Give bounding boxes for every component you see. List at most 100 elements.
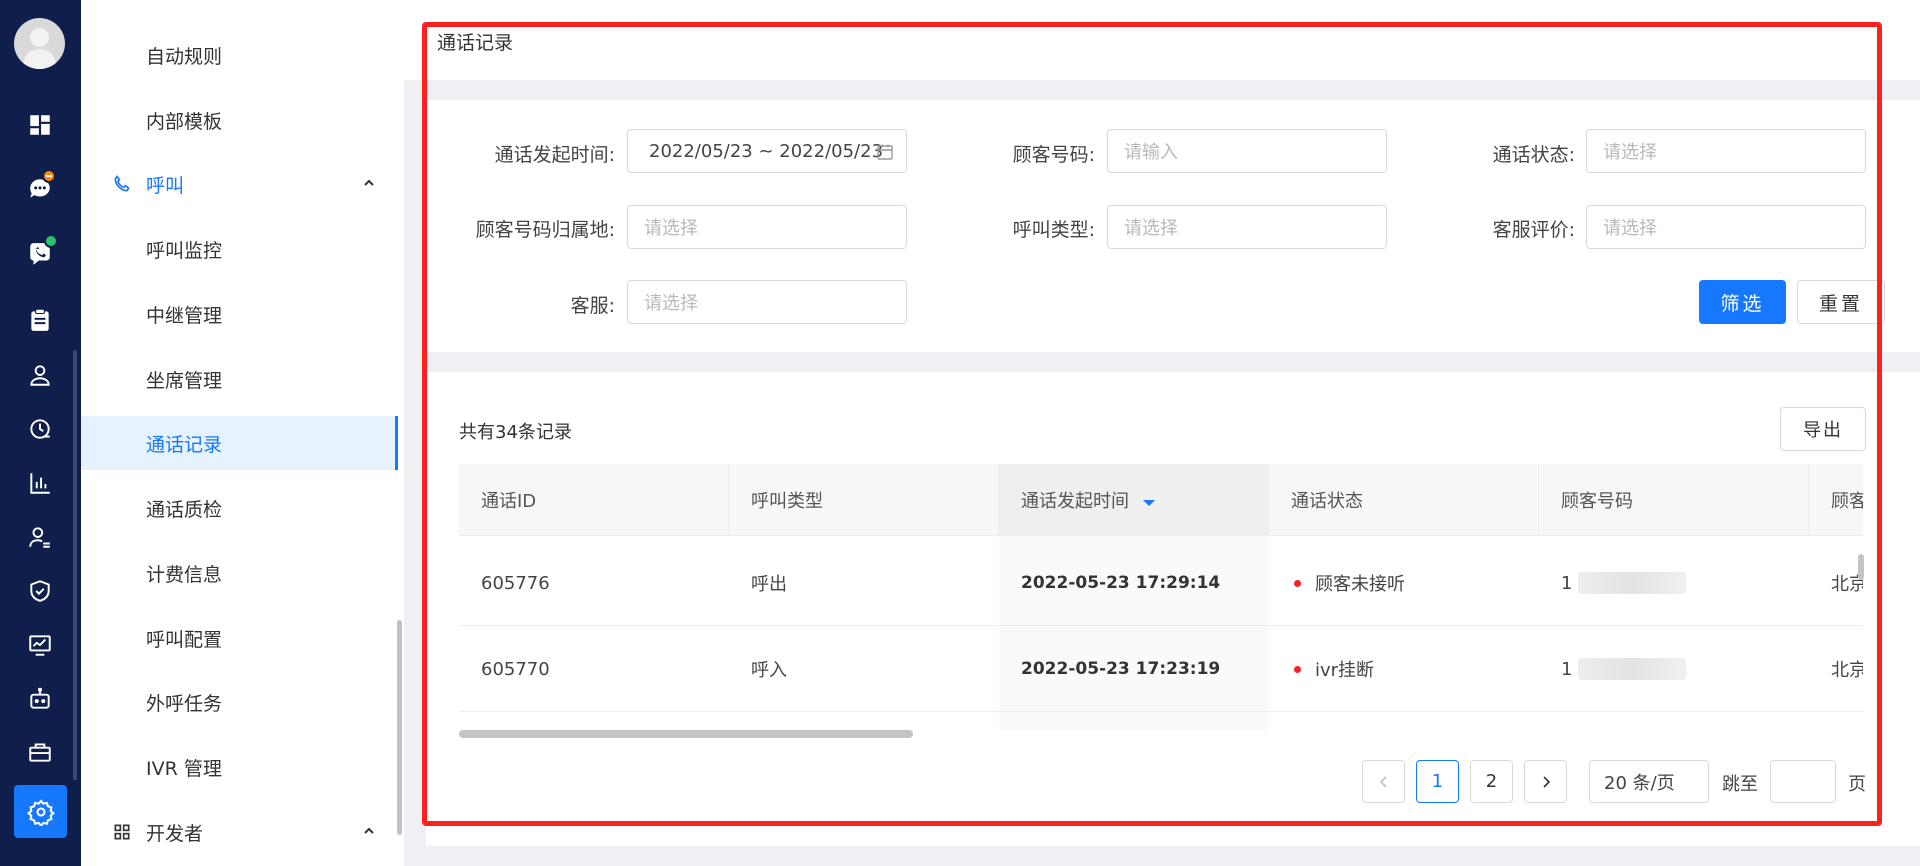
call-type-select[interactable]: 请选择 [1107, 205, 1387, 249]
sidebar-item-label: 通话记录 [146, 433, 223, 456]
call-time-value: 2022/05/23 ~ 2022/05/23 [649, 140, 884, 162]
masked-number [1578, 658, 1687, 680]
sidebar-group-developer[interactable]: 开发者 [81, 805, 396, 859]
chevron-right-icon [1542, 775, 1550, 788]
column-title: 通话ID [481, 491, 537, 512]
column-header-call-time[interactable]: 通话发起时间 [999, 464, 1269, 536]
sidebar-item-outbound-tasks[interactable]: 外呼任务 [81, 675, 396, 729]
sidebar-item-label: 内部模板 [146, 110, 223, 133]
cell-customer-number: 1 [1561, 626, 1687, 712]
sidebar-item-label: 中继管理 [146, 304, 223, 327]
settings-button[interactable] [14, 785, 67, 838]
number-location-placeholder: 请选择 [644, 218, 698, 239]
sidebar-item-billing[interactable]: 计费信息 [81, 546, 396, 600]
cell-location: 北京 [1831, 574, 1863, 595]
status-text: ivr挂断 [1315, 660, 1375, 681]
dashboard-icon[interactable] [26, 111, 54, 139]
sidebar-group-label: 呼叫 [146, 174, 185, 197]
table-header: 通话ID 呼叫类型 通话发起时间 通话状态 顾客号码 顾客 [459, 464, 1863, 536]
history-icon[interactable] [26, 415, 54, 443]
reset-button[interactable]: 重置 [1797, 280, 1885, 324]
bar-chart-icon[interactable] [26, 469, 54, 497]
next-page-button[interactable] [1524, 760, 1567, 803]
sidebar-group-label: 开发者 [146, 822, 204, 845]
column-title: 呼叫类型 [751, 491, 823, 512]
page-size-select[interactable]: 20 条/页 [1589, 760, 1709, 803]
gear-icon [26, 798, 55, 826]
sidebar-item-internal-templates[interactable]: 内部模板 [81, 93, 396, 147]
table-row[interactable]: 605770 呼入 2022-05-23 17:23:19 ivr挂断 1 北京 [459, 626, 1863, 712]
status-text: 顾客未接听 [1315, 574, 1405, 595]
column-title: 通话发起时间 [1021, 491, 1129, 512]
call-time-range-picker[interactable]: 2022/05/23 ~ 2022/05/23 [627, 129, 907, 173]
chevron-up-icon [364, 179, 374, 186]
clipboard-icon[interactable] [26, 306, 54, 334]
sidebar-item-call-records[interactable]: 通话记录 [81, 416, 398, 470]
call-status-label: 通话状态: [1492, 144, 1575, 166]
sidebar-item-seat-management[interactable]: 坐席管理 [81, 352, 396, 406]
cell-location: 北京 [1831, 660, 1863, 681]
number-location-label: 顾客号码归属地: [475, 219, 615, 241]
call-type-label: 呼叫类型: [1012, 219, 1095, 241]
cell-call-time: 2022-05-23 17:23:19 [1021, 659, 1221, 679]
shield-icon[interactable] [26, 577, 54, 605]
cell-customer-number: 1 [1561, 540, 1687, 626]
record-count: 共有34条记录 [459, 422, 572, 443]
rail-scrollbar[interactable] [73, 350, 77, 780]
number-prefix: 1 [1561, 572, 1573, 594]
cell-call-type: 呼入 [751, 660, 787, 681]
column-header-call-status[interactable]: 通话状态 [1269, 464, 1539, 536]
toolbox-icon[interactable] [26, 738, 54, 766]
user-icon[interactable] [26, 361, 54, 389]
export-button[interactable]: 导出 [1780, 407, 1866, 451]
icon-rail [0, 0, 81, 866]
page-1-button[interactable]: 1 [1416, 760, 1459, 803]
agent-rating-placeholder: 请选择 [1603, 218, 1657, 239]
monitor-icon[interactable] [26, 631, 54, 659]
page-2-button[interactable]: 2 [1470, 760, 1513, 803]
sidebar-item-label: 呼叫监控 [146, 239, 223, 262]
sidebar-menu: 自动规则 内部模板 呼叫 呼叫监控 中继管理 坐席管理 通话记录 通话质检 计费… [81, 0, 404, 866]
sidebar-item-call-config[interactable]: 呼叫配置 [81, 611, 396, 665]
column-header-customer-number[interactable]: 顾客号码 [1539, 464, 1809, 536]
sort-descending-icon[interactable] [1143, 500, 1155, 506]
cell-call-id: 605770 [481, 658, 550, 680]
phone-chat-icon[interactable] [26, 234, 58, 268]
cell-call-status: ivr挂断 [1294, 626, 1374, 712]
agent-rating-select[interactable]: 请选择 [1586, 205, 1866, 249]
cell-call-status: 顾客未接听 [1294, 540, 1405, 626]
chat-icon[interactable] [26, 169, 56, 203]
sidebar-item-trunk-management[interactable]: 中继管理 [81, 287, 396, 341]
filter-button[interactable]: 筛选 [1699, 280, 1786, 324]
chevron-up-icon [364, 827, 374, 834]
column-title: 顾客 [1831, 491, 1863, 512]
column-header-call-id[interactable]: 通话ID [459, 464, 729, 536]
sidebar-item-auto-rules[interactable]: 自动规则 [81, 28, 396, 82]
sidebar-group-call[interactable]: 呼叫 [81, 157, 396, 211]
table-row[interactable]: 605776 呼出 2022-05-23 17:29:14 顾客未接听 1 北京 [459, 540, 1863, 626]
unread-badge [42, 169, 56, 183]
call-type-placeholder: 请选择 [1124, 218, 1178, 239]
table-vertical-scrollbar[interactable] [1858, 554, 1864, 580]
table-horizontal-scrollbar[interactable] [459, 730, 913, 738]
sidebar-item-call-monitor[interactable]: 呼叫监控 [81, 222, 396, 276]
agent-placeholder: 请选择 [644, 293, 698, 314]
column-header-call-type[interactable]: 呼叫类型 [729, 464, 999, 536]
sidebar-item-ivr[interactable]: IVR 管理 [81, 740, 396, 794]
contacts-icon[interactable] [26, 523, 54, 551]
sidebar-item-label: 计费信息 [146, 563, 223, 586]
prev-page-button[interactable] [1362, 760, 1405, 803]
call-status-select[interactable]: 请选择 [1586, 129, 1866, 173]
number-location-select[interactable]: 请选择 [627, 205, 907, 249]
sidebar-scrollbar[interactable] [397, 620, 402, 835]
sidebar-item-label: 自动规则 [146, 45, 223, 68]
avatar[interactable] [14, 18, 65, 69]
customer-number-input[interactable]: 请输入 [1107, 129, 1387, 173]
phone-icon [114, 175, 130, 192]
jump-page-input[interactable] [1770, 760, 1836, 803]
robot-icon[interactable] [26, 685, 54, 713]
agent-select[interactable]: 请选择 [627, 280, 907, 324]
chevron-left-icon [1379, 775, 1387, 788]
sidebar-item-call-quality[interactable]: 通话质检 [81, 481, 396, 535]
column-header-customer[interactable]: 顾客 [1809, 464, 1863, 536]
